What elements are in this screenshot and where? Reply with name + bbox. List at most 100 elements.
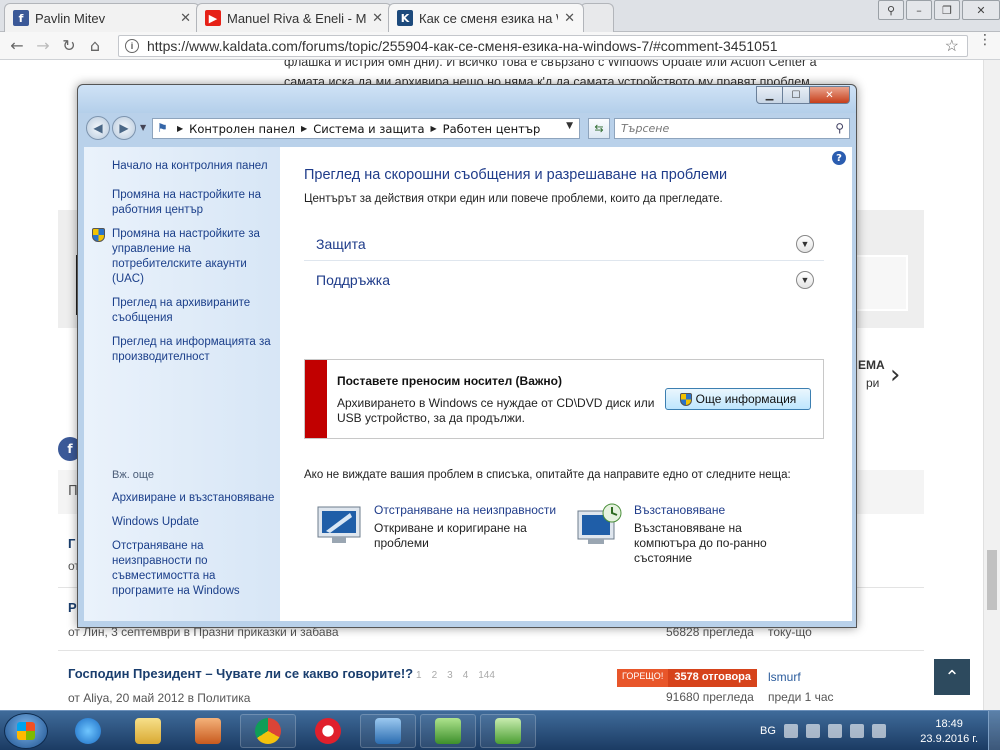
history-dropdown-icon[interactable]: ▼	[140, 123, 146, 132]
page-scrollbar[interactable]	[983, 60, 1000, 710]
taskbar-media[interactable]	[180, 714, 236, 748]
start-button[interactable]	[4, 713, 48, 749]
taskbar-network[interactable]	[420, 714, 476, 748]
post-line: флашка и истрия 6мн дни). И всичко това …	[284, 60, 817, 69]
troubleshoot-icon	[317, 506, 361, 543]
chat-icon[interactable]	[872, 724, 886, 738]
section-maintenance[interactable]: Поддръжка ▼	[304, 263, 824, 297]
chevron-right-icon[interactable]: ›	[890, 360, 900, 390]
tab-youtube[interactable]: ▶ Manuel Riva & Eneli - MI ✕	[196, 3, 392, 32]
breadcrumb-item[interactable]: Контролен панел	[189, 122, 295, 136]
change-settings-link[interactable]: Промяна на настройките на работния центъ…	[112, 188, 280, 218]
last-user-link[interactable]: lsmurf	[768, 670, 801, 684]
uac-shield-icon	[679, 392, 692, 406]
recovery-link[interactable]: Възстановяване	[634, 503, 725, 518]
forum-title[interactable]: Господин Президент – Чувате ли се какво …	[68, 666, 428, 681]
refresh-icon[interactable]: ⇆	[588, 118, 610, 139]
archived-messages-link[interactable]: Преглед на архивираните съобщения	[112, 296, 280, 326]
button-label: Още информация	[695, 392, 797, 406]
ie-icon	[75, 718, 101, 744]
home-icon[interactable]: ⌂	[82, 36, 108, 55]
forward-button[interactable]: ▶	[112, 116, 136, 140]
page-subtitle: Центърът за действия откри един или пове…	[304, 193, 723, 205]
search-input[interactable]: Търсене ⚲	[614, 118, 850, 139]
help-icon[interactable]: ?	[832, 151, 846, 165]
breadcrumb-separator-icon[interactable]: ▶	[431, 124, 437, 133]
back-arrow-icon[interactable]: ←	[4, 36, 30, 55]
close-icon[interactable]: ✕	[180, 11, 191, 26]
reload-icon[interactable]: ↻	[56, 36, 82, 55]
restore-icon[interactable]: ❐	[934, 0, 960, 20]
language-indicator[interactable]: BG	[760, 725, 776, 737]
opera-icon	[315, 718, 341, 744]
close-icon[interactable]: ✕	[962, 0, 1000, 20]
main-pane: ? Преглед на скорошни съобщения и разреш…	[280, 147, 852, 621]
forum-meta: от Aliya, 20 май 2012 в Политика	[68, 691, 251, 705]
monitor-icon	[375, 718, 401, 744]
section-label: Поддръжка	[316, 272, 390, 288]
chevron-down-icon[interactable]: ▼	[796, 271, 814, 289]
taskbar-control-panel[interactable]	[360, 714, 416, 748]
troubleshoot-link[interactable]: Отстраняване на неизправности	[374, 503, 556, 518]
back-button[interactable]: ◀	[86, 116, 110, 140]
forward-arrow-icon[interactable]: →	[30, 36, 56, 55]
maximize-button[interactable]: ☐	[783, 86, 810, 104]
page-link[interactable]: 3	[447, 670, 453, 681]
browser-tabstrip: f Pavlin Mitev ✕ ▶ Manuel Riva & Eneli -…	[0, 0, 1000, 32]
breadcrumb-item[interactable]: Система и защита	[313, 122, 424, 136]
taskbar-chrome[interactable]	[240, 714, 296, 748]
minimize-icon[interactable]: –	[906, 0, 932, 20]
flag-icon[interactable]	[806, 724, 820, 738]
close-icon[interactable]: ✕	[372, 11, 383, 26]
recovery-icon	[577, 503, 622, 544]
user-icon[interactable]: ⚲	[878, 0, 904, 20]
control-panel-home-link[interactable]: Начало на контролния панел	[112, 159, 280, 174]
page-link[interactable]: 1	[416, 670, 422, 681]
address-bar[interactable]: i https://www.kaldata.com/forums/topic/2…	[118, 35, 968, 57]
info-icon[interactable]: i	[125, 39, 139, 53]
windows-update-link[interactable]: Windows Update	[112, 515, 280, 530]
minimize-button[interactable]: ▁	[756, 86, 783, 104]
last-post-time: преди 1 час	[768, 690, 834, 704]
show-desktop-button[interactable]	[988, 711, 1000, 750]
chevron-up-icon: ⌃	[944, 666, 960, 688]
tab-facebook[interactable]: f Pavlin Mitev ✕	[4, 3, 200, 32]
menu-icon[interactable]: ⋮	[978, 33, 992, 47]
uac-settings-link[interactable]: Промяна на настройките за управление на …	[92, 227, 280, 287]
network-icon	[435, 718, 461, 744]
new-tab-button[interactable]	[580, 3, 614, 32]
close-icon[interactable]: ✕	[564, 11, 575, 26]
taskbar-explorer[interactable]	[120, 714, 176, 748]
taskbar-ie[interactable]	[60, 714, 116, 748]
close-button[interactable]: ✕	[810, 86, 850, 104]
more-info-button[interactable]: Още информация	[665, 388, 811, 410]
breadcrumb-separator-icon[interactable]: ▶	[177, 124, 183, 133]
action-center-icon	[495, 718, 521, 744]
page-link[interactable]: 2	[432, 670, 438, 681]
network-tray-icon[interactable]	[828, 724, 842, 738]
volume-icon[interactable]	[850, 724, 864, 738]
folder-icon	[135, 718, 161, 744]
search-icon[interactable]: ⚲	[835, 121, 844, 135]
page-link[interactable]: 4	[463, 670, 469, 681]
tab-kaldata[interactable]: K Как се сменя езика на W ✕	[388, 3, 584, 32]
chevron-down-icon[interactable]: ▼	[796, 235, 814, 253]
star-icon[interactable]: ☆	[945, 36, 959, 56]
clock[interactable]: 18:49 23.9.2016 г.	[920, 717, 978, 747]
taskbar-opera[interactable]	[300, 714, 356, 748]
page-link[interactable]: 144	[478, 670, 495, 681]
views-count: 91680 прегледа	[666, 690, 754, 704]
chevron-down-icon[interactable]: ▼	[566, 121, 573, 131]
window-titlebar[interactable]: ▁ ☐ ✕	[78, 85, 856, 113]
scrollbar-thumb[interactable]	[987, 550, 997, 610]
section-security[interactable]: Защита ▼	[304, 227, 824, 261]
breadcrumb[interactable]: ⚑ ▶ Контролен панел ▶ Система и защита ▶…	[152, 118, 580, 139]
backup-restore-link[interactable]: Архивиране и възстановяване	[112, 491, 280, 506]
breadcrumb-separator-icon[interactable]: ▶	[301, 124, 307, 133]
scroll-to-top-button[interactable]: ⌃	[934, 659, 970, 695]
taskbar-action-center[interactable]	[480, 714, 536, 748]
keyboard-icon[interactable]	[784, 724, 798, 738]
breadcrumb-item[interactable]: Работен център	[443, 122, 541, 136]
performance-info-link[interactable]: Преглед на информацията за производителн…	[112, 335, 280, 365]
compat-troubleshooter-link[interactable]: Отстраняване на неизправности по съвмест…	[112, 539, 280, 599]
